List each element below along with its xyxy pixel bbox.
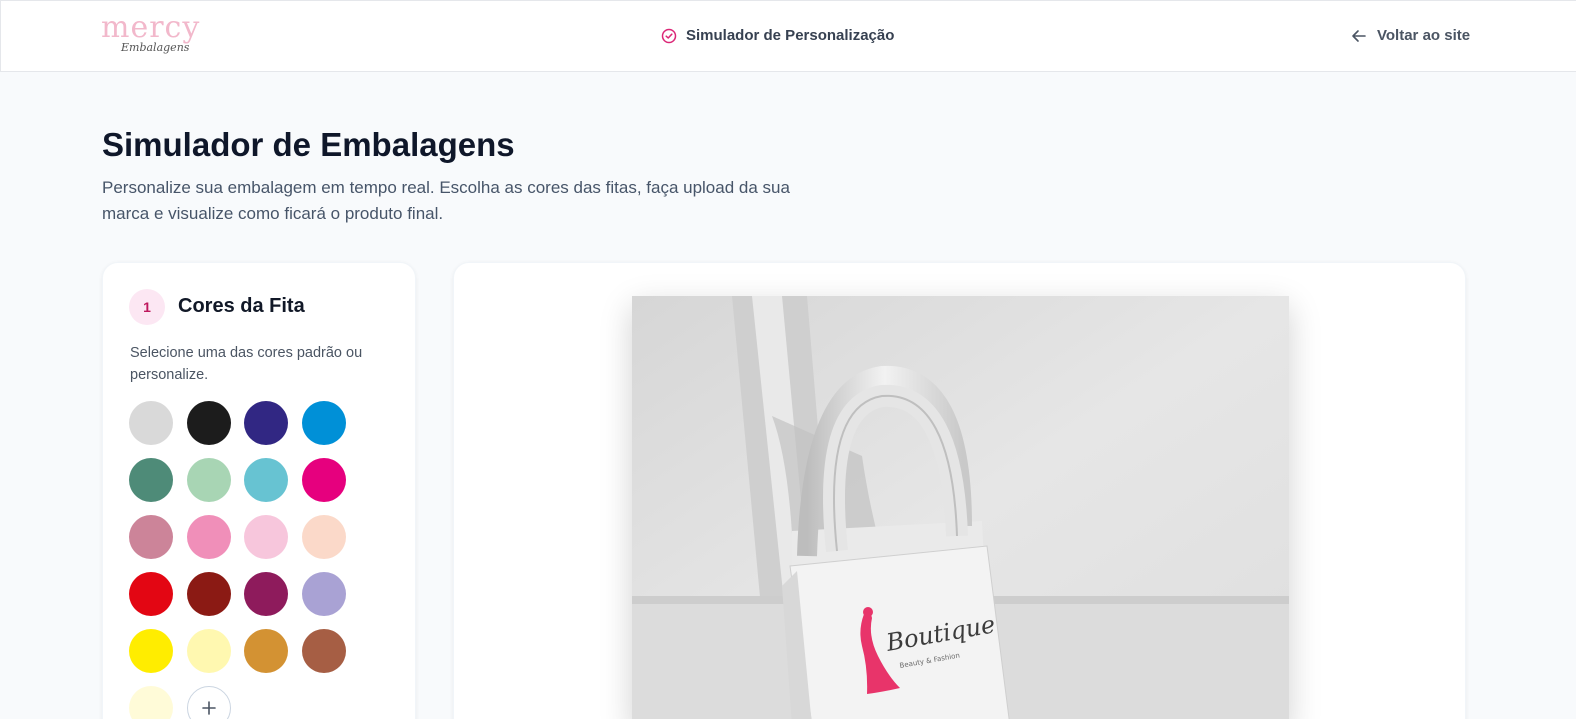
color-swatch[interactable]: [301, 572, 346, 616]
add-custom-color-button[interactable]: [186, 686, 231, 719]
back-to-site-link[interactable]: Voltar ao site: [1351, 27, 1470, 44]
page-description: Personalize sua embalagem em tempo real.…: [102, 178, 790, 223]
color-swatch[interactable]: [129, 458, 173, 502]
page-title: Simulador de Embalagens: [102, 126, 515, 163]
step-number-badge: 1: [129, 289, 165, 325]
header-title: Simulador de Personalização: [686, 27, 895, 44]
color-swatch[interactable]: [244, 401, 288, 445]
color-swatch[interactable]: [244, 572, 288, 616]
color-swatch[interactable]: [301, 629, 346, 673]
color-swatch[interactable]: [129, 401, 173, 445]
color-swatch[interactable]: [301, 401, 346, 445]
color-swatch[interactable]: [301, 515, 346, 559]
color-swatch[interactable]: [186, 572, 231, 616]
check-circle-icon: [661, 28, 677, 43]
ribbon-colors-panel: 1 Cores da Fita Selecione uma das cores …: [102, 262, 416, 719]
color-swatch[interactable]: [129, 629, 173, 673]
color-swatch[interactable]: [186, 458, 231, 502]
color-swatch[interactable]: [129, 686, 173, 719]
logo-wordmark: mercy: [101, 10, 201, 45]
logo-subtitle: Embalagens: [121, 41, 190, 54]
step-title: Cores da Fita: [178, 295, 305, 317]
back-label: Voltar ao site: [1377, 27, 1471, 44]
top-header: mercy Embalagens Simulador de Personaliz…: [0, 0, 1576, 72]
color-swatch[interactable]: [244, 515, 288, 559]
bag-preview-illustration: Boutique Beauty & Fashion: [632, 296, 1289, 719]
color-swatch[interactable]: [244, 629, 288, 673]
color-swatch[interactable]: [129, 515, 173, 559]
plus-icon: [201, 701, 216, 715]
color-swatch[interactable]: [244, 458, 288, 502]
color-swatch[interactable]: [186, 401, 231, 445]
brand-logo[interactable]: mercy Embalagens: [101, 11, 201, 63]
header-center-title: Simulador de Personalização: [661, 27, 894, 44]
bag-preview-image: Boutique Beauty & Fashion: [632, 296, 1289, 719]
color-swatch[interactable]: [129, 572, 173, 616]
color-swatch[interactable]: [301, 458, 346, 502]
arrow-left-icon: [1352, 29, 1366, 42]
color-swatch[interactable]: [186, 515, 231, 559]
color-swatch[interactable]: [186, 629, 231, 673]
step-description: Selecione uma das cores padrão ou person…: [130, 345, 363, 383]
